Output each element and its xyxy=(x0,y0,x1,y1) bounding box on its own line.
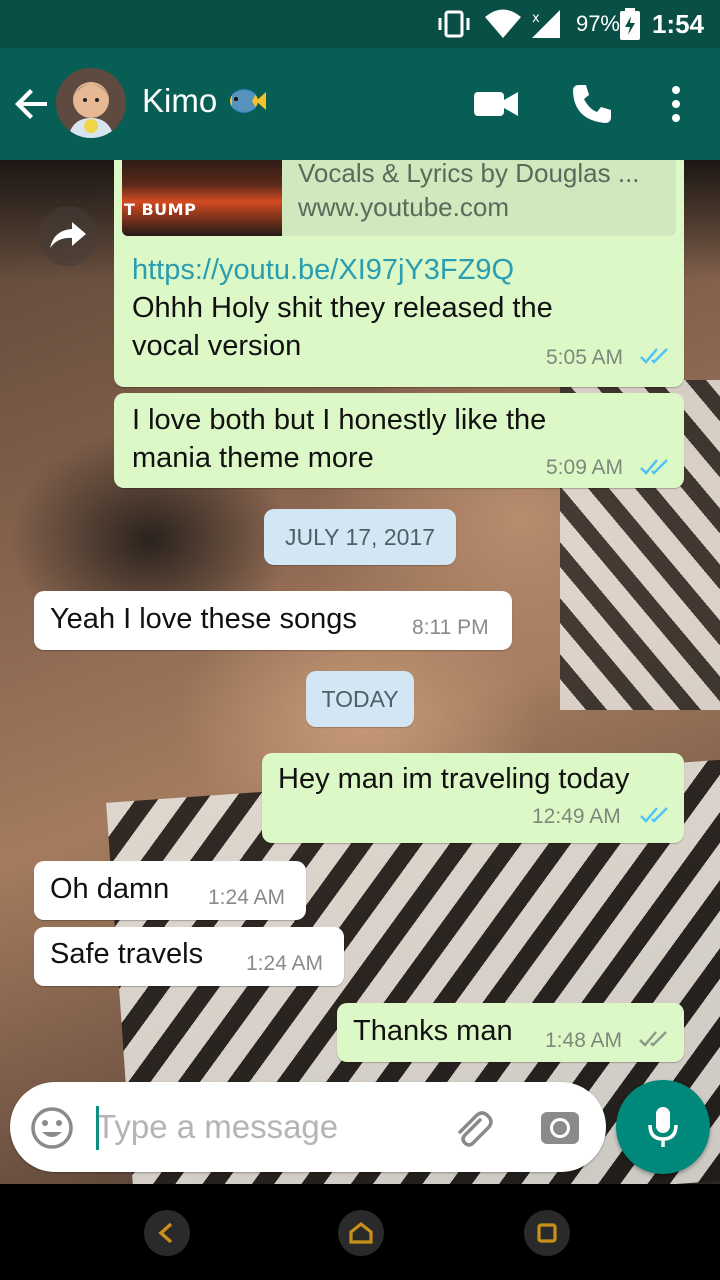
microphone-icon xyxy=(648,1107,678,1147)
message-text-line: vocal version xyxy=(132,330,302,362)
forward-button[interactable] xyxy=(38,206,98,266)
svg-text:x: x xyxy=(532,11,540,26)
message-composer xyxy=(10,1082,606,1172)
nav-recents-button[interactable] xyxy=(524,1210,570,1256)
signal-icon: x xyxy=(532,10,560,38)
message-text-line: Yeah I love these songs xyxy=(50,603,357,635)
message-bubble-outgoing[interactable]: T BUMP Vocals & Lyrics by Douglas ... ww… xyxy=(114,160,684,387)
message-text-line: I love both but I honestly like the xyxy=(132,404,547,436)
wifi-icon xyxy=(485,9,521,38)
clock: 1:54 xyxy=(651,8,704,39)
read-receipt-icon xyxy=(640,459,668,475)
video-call-icon[interactable] xyxy=(472,84,520,124)
status-bar: x 97% 1:54 xyxy=(0,0,720,48)
attach-icon[interactable] xyxy=(450,1106,494,1150)
message-text-line: Hey man im traveling today xyxy=(278,763,630,795)
back-arrow-icon[interactable] xyxy=(14,86,50,122)
contact-avatar[interactable] xyxy=(56,68,126,138)
text-cursor xyxy=(96,1106,99,1150)
message-timestamp: 8:11 PM xyxy=(412,616,489,639)
message-bubble-incoming[interactable]: Yeah I love these songs 8:11 PM xyxy=(34,591,512,650)
emoji-icon[interactable] xyxy=(30,1106,74,1150)
message-text-line: Oh damn xyxy=(50,873,170,905)
message-bubble-outgoing[interactable]: I love both but I honestly like the mani… xyxy=(114,393,684,488)
voice-message-button[interactable] xyxy=(616,1080,710,1174)
date-divider: TODAY xyxy=(306,671,414,727)
message-link[interactable]: https://youtu.be/XI97jY3FZ9Q xyxy=(132,251,514,289)
nav-recents-icon xyxy=(537,1223,557,1243)
message-timestamp: 1:48 AM xyxy=(545,1029,623,1052)
thumbnail-label: T BUMP xyxy=(124,200,197,219)
delivered-receipt-icon xyxy=(639,1031,667,1047)
battery-percent: 97% xyxy=(575,11,620,36)
message-bubble-outgoing[interactable]: Thanks man 1:48 AM xyxy=(337,1003,684,1062)
message-text-line: mania theme more xyxy=(132,442,374,474)
read-receipt-icon xyxy=(640,807,668,823)
more-options-icon[interactable] xyxy=(664,84,688,124)
vibrate-icon xyxy=(438,10,470,38)
message-input[interactable] xyxy=(96,1102,426,1152)
battery-icon xyxy=(620,8,640,40)
link-preview-thumbnail: T BUMP xyxy=(122,160,282,236)
voice-call-icon[interactable] xyxy=(570,82,614,126)
link-preview-site: www.youtube.com xyxy=(298,192,509,222)
message-bubble-outgoing[interactable]: Hey man im traveling today 12:49 AM xyxy=(262,753,684,843)
message-timestamp: 5:05 AM xyxy=(546,346,624,369)
read-receipt-icon xyxy=(640,348,668,364)
message-text-line: Thanks man xyxy=(353,1015,513,1047)
message-text-line: Safe travels xyxy=(50,938,204,970)
message-text-line: Ohhh Holy shit they released the xyxy=(132,292,553,324)
forward-arrow-icon xyxy=(50,222,86,248)
message-bubble-incoming[interactable]: Oh damn 1:24 AM xyxy=(34,861,306,920)
message-timestamp: 1:24 AM xyxy=(246,952,324,975)
message-timestamp: 1:24 AM xyxy=(208,886,286,909)
message-timestamp: 5:09 AM xyxy=(546,456,624,479)
nav-home-icon xyxy=(349,1221,373,1244)
chat-header: Kimo xyxy=(0,48,720,160)
nav-back-icon xyxy=(158,1222,173,1244)
message-bubble-incoming[interactable]: Safe travels 1:24 AM xyxy=(34,927,344,986)
date-divider: JULY 17, 2017 xyxy=(264,509,456,565)
tropical-fish-icon xyxy=(230,89,266,113)
link-preview-description: Vocals & Lyrics by Douglas ... xyxy=(298,160,640,188)
message-timestamp: 12:49 AM xyxy=(532,805,621,828)
nav-back-button[interactable] xyxy=(144,1210,190,1256)
chat-wallpaper: T BUMP Vocals & Lyrics by Douglas ... ww… xyxy=(0,160,720,1184)
contact-name[interactable]: Kimo xyxy=(142,82,217,120)
link-preview-card[interactable]: T BUMP Vocals & Lyrics by Douglas ... ww… xyxy=(122,160,676,236)
camera-icon[interactable] xyxy=(538,1106,582,1150)
system-nav-bar xyxy=(0,1184,720,1280)
nav-home-button[interactable] xyxy=(338,1210,384,1256)
